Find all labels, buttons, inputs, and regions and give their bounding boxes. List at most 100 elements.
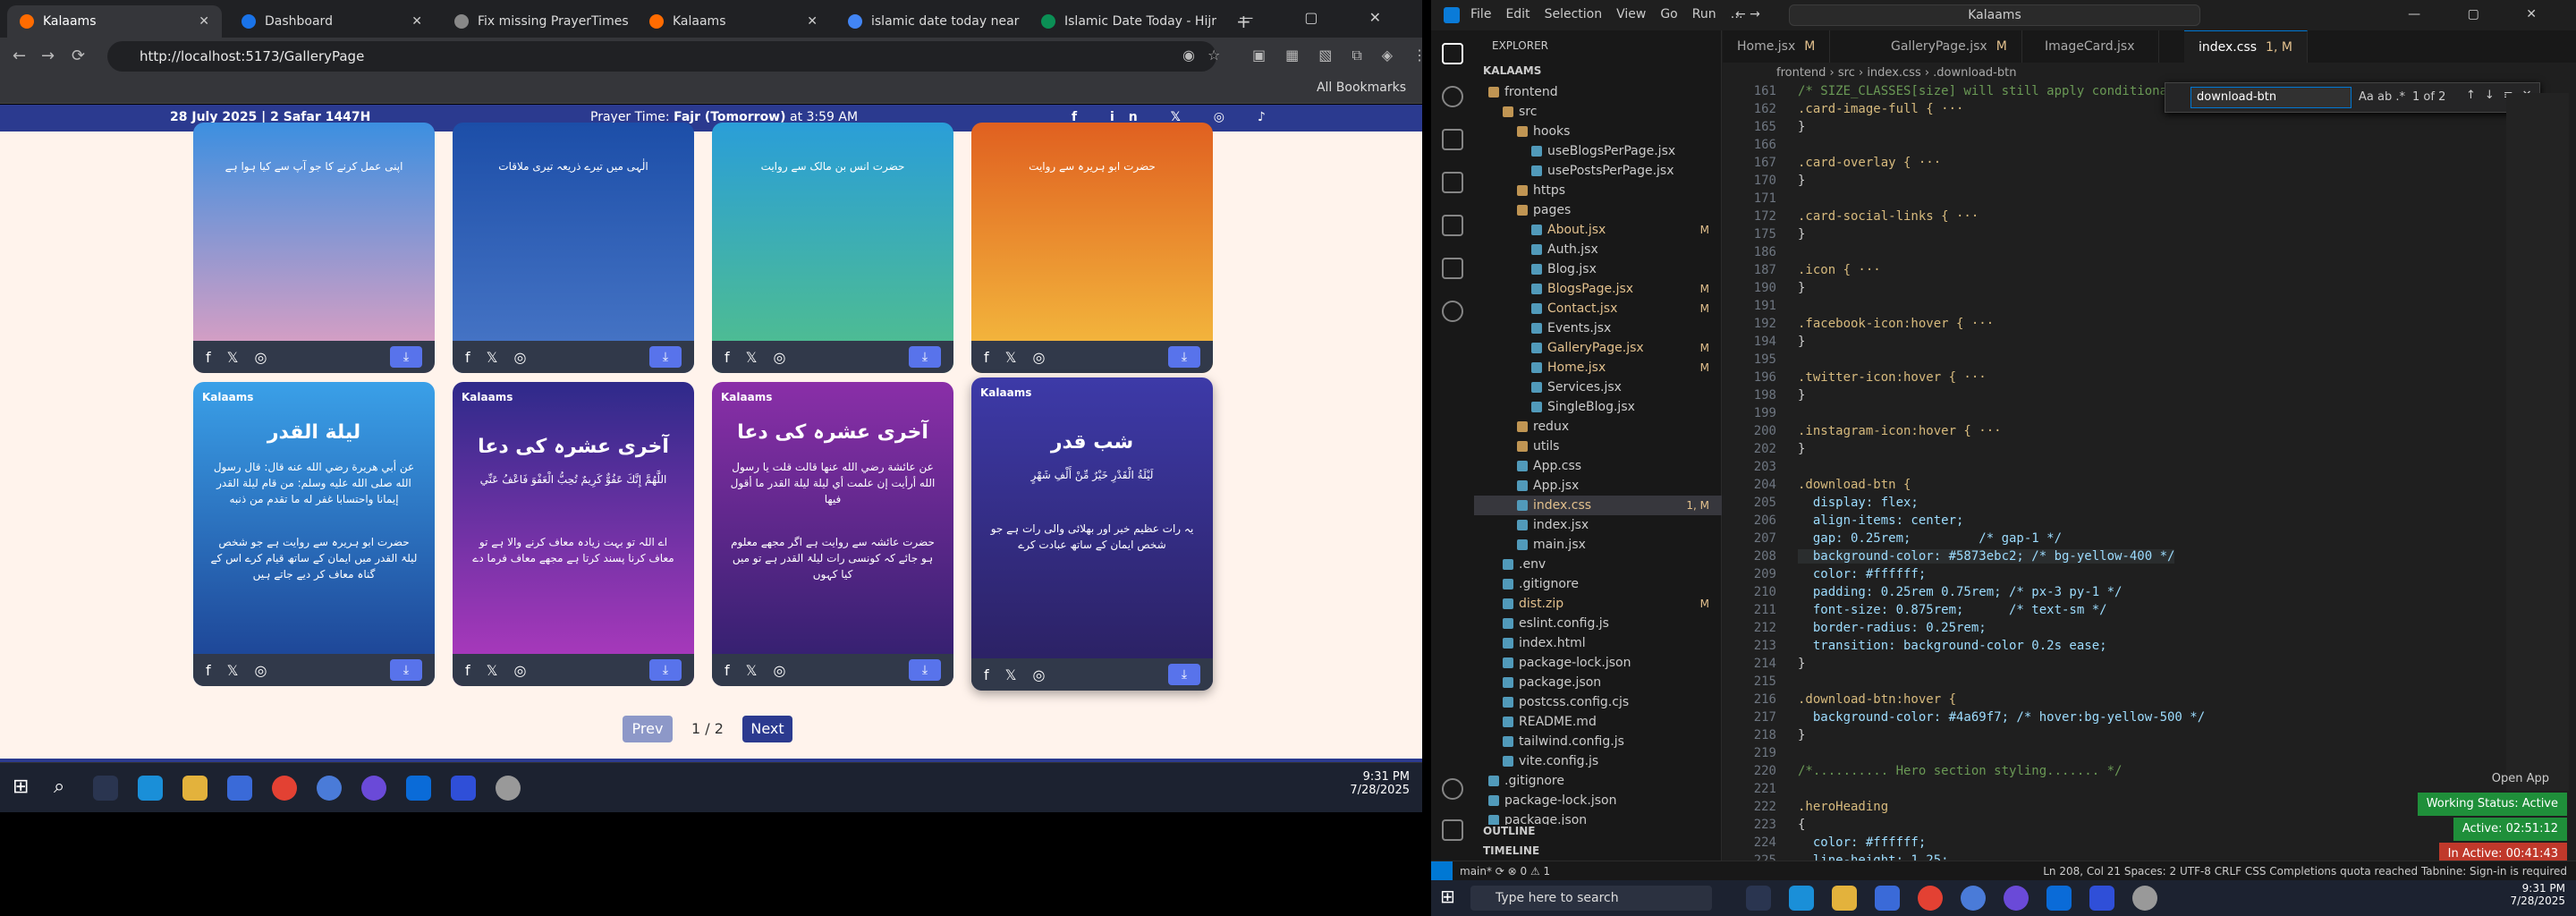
gallery-card[interactable]: الٰہی میں تیرے ذریعہ تیری ملاقات f 𝕏 ◎ ⤓ [453,123,694,373]
nav-arrows[interactable]: ← → [1735,7,1760,21]
tab-dashboard[interactable]: Dashboard ✕ [229,5,435,38]
project-root[interactable]: KALAAMS [1483,64,1541,77]
extension-icons[interactable]: ▣▦▧⧉◈⋮ [1252,47,1422,64]
explorer-icon[interactable] [1442,43,1463,64]
file-tree-item[interactable]: eslint.config.js [1474,614,1722,633]
forward-icon[interactable]: → [41,47,55,65]
edge-icon[interactable] [138,776,163,801]
menu-item[interactable]: Selection [1545,7,1603,21]
download-button[interactable]: ⤓ [1168,664,1200,685]
download-button[interactable]: ⤓ [909,346,941,368]
twitter-icon[interactable]: 𝕏 [746,662,758,679]
run-debug-icon[interactable] [1442,172,1463,193]
github-desktop-icon[interactable] [2004,886,2029,911]
menu-item[interactable]: Go [1660,7,1677,21]
twitter-icon[interactable]: 𝕏 [1005,349,1017,366]
tab-islamic-date-today[interactable]: Islamic Date Today - Hijri Da✕ [1029,5,1216,38]
settings-gear-icon[interactable] [1442,819,1463,841]
file-tree-item[interactable]: useBlogsPerPage.jsx [1474,141,1722,161]
find-options[interactable]: Aa ab .* [2359,90,2405,104]
instagram-icon[interactable]: ◎ [255,662,267,679]
file-tree-item[interactable]: README.md [1474,712,1722,732]
app-icon[interactable] [2132,886,2157,911]
download-button[interactable]: ⤓ [1168,346,1200,368]
gallery-card[interactable]: حضرت انس بن مالک سے روایت f 𝕏 ◎ ⤓ [712,123,953,373]
file-tree-item[interactable]: SingleBlog.jsx [1474,397,1722,417]
task-view-icon[interactable] [1746,886,1771,911]
code-line[interactable]: } [1798,335,1805,349]
twitter-icon[interactable]: 𝕏 [227,349,239,366]
download-button[interactable]: ⤓ [390,659,422,681]
bookmark-star-icon[interactable]: ☆ [1208,47,1220,64]
prev-button[interactable]: Prev [623,716,673,742]
instagram-icon[interactable]: ◎ [774,349,786,366]
remote-indicator-icon[interactable] [1431,861,1453,881]
code-line[interactable]: /*.......... Hero section styling.......… [1798,764,2122,778]
file-tree-item[interactable]: .gitignore [1474,771,1722,791]
code-line[interactable]: .icon { ··· [1798,263,1881,277]
instagram-icon[interactable]: ◎ [1033,349,1046,366]
code-line[interactable]: border-radius: 0.25rem; [1798,621,1987,635]
all-bookmarks-link[interactable]: All Bookmarks [1317,81,1406,95]
facebook-icon[interactable]: f [465,662,470,679]
instagram-icon[interactable]: ◎ [514,349,527,366]
file-tree-item[interactable]: vite.config.js [1474,751,1722,771]
gallery-card[interactable]: حضرت ابو ہریرہ سے روایت f 𝕏 ◎ ⤓ [971,123,1213,373]
taskbar-clock[interactable]: 9:31 PM 7/28/2025 [2510,882,2565,907]
facebook-icon[interactable]: f [206,662,211,679]
taskbar-search-input[interactable]: Type here to search [1470,886,1712,911]
editor-tab[interactable]: GalleryPage.jsx M [1877,30,2022,63]
timeline-section[interactable]: TIMELINE [1483,844,1539,857]
file-tree-item[interactable]: Events.jsx [1474,318,1722,338]
file-tree-item[interactable]: .env [1474,555,1722,574]
facebook-icon[interactable]: f [984,349,989,366]
twitter-icon[interactable]: 𝕏 [487,662,498,679]
minimap[interactable] [2506,93,2569,791]
code-line[interactable]: .card-overlay { ··· [1798,156,1941,170]
code-line[interactable]: .facebook-icon:hover { ··· [1798,317,1994,331]
code-line[interactable]: } [1798,281,1805,295]
code-line[interactable]: .download-btn { [1798,478,1911,492]
gallery-card[interactable]: Kalaams شب قدر لَيْلَةُ الْقَدْرِ خَيْرٌ م… [971,377,1213,691]
chrome-profile-icon[interactable] [1961,886,1986,911]
gallery-card[interactable]: اپنی عمل کرنے کا جو آپ سے کیا ہوا ہے f 𝕏 ◎ ⤓ [193,123,435,373]
status-right[interactable]: Ln 208, Col 21 Spaces: 2 UTF-8 CRLF CSS … [2043,861,2567,881]
open-app-link[interactable]: Open App [2483,768,2558,791]
code-line[interactable]: .card-social-links { ··· [1798,209,1979,224]
code-line[interactable]: } [1798,657,1805,671]
facebook-icon[interactable]: f [724,349,730,366]
file-tree-item[interactable]: redux [1474,417,1722,437]
extensions-icon[interactable] [1442,215,1463,236]
tab-kalaams-1[interactable]: Kalaams ✕ [7,5,222,38]
code-line[interactable]: transition: background-color 0.2s ease; [1798,639,2107,653]
twitter-icon[interactable]: 𝕏 [487,349,498,366]
gallery-card[interactable]: Kalaams ليلة القدر عن أبي هريرة رضي الله ع… [193,382,435,686]
code-area[interactable]: 161 /* SIZE_CLASSES[size] will still appl… [1723,84,2576,886]
breadcrumb[interactable]: frontend › src › index.css › .download-b… [1776,66,2016,80]
download-button[interactable]: ⤓ [909,659,941,681]
app-icon[interactable] [496,776,521,801]
git-status[interactable]: main* ⟳ ⊗ 0 ⚠ 1 [1460,861,1550,881]
facebook-icon[interactable]: f [724,662,730,679]
file-tree-item[interactable]: package-lock.json [1474,653,1722,673]
instagram-icon[interactable]: ◎ [774,662,786,679]
code-line[interactable]: align-items: center; [1798,513,1964,528]
taskbar-clock[interactable]: 9:31 PM 7/28/2025 [1350,770,1410,797]
instagram-icon[interactable]: ◎ [1033,666,1046,683]
instagram-icon[interactable]: ◎ [514,662,527,679]
zoom-icon[interactable] [451,776,476,801]
file-explorer-icon[interactable] [1832,886,1857,911]
file-tree-item[interactable]: Blog.jsx [1474,259,1722,279]
code-line[interactable]: } [1798,388,1805,403]
file-tree-item[interactable]: package-lock.json [1474,791,1722,810]
mongodb-icon[interactable] [1442,301,1463,322]
twitter-icon[interactable]: 𝕏 [1005,666,1017,683]
file-tree-item[interactable]: index.jsx [1474,515,1722,535]
facebook-icon[interactable]: f [206,349,211,366]
close-tab-icon[interactable]: ✕ [199,14,209,29]
file-tree-item[interactable]: dist.zip M [1474,594,1722,614]
url-input[interactable]: http://localhost:5173/GalleryPage [107,41,1216,72]
tab-kalaams-2[interactable]: Kalaams ✕ [637,5,830,38]
code-line[interactable]: .twitter-icon:hover { ··· [1798,370,1987,385]
code-line[interactable]: .card-image-full { ··· [1798,102,1963,116]
